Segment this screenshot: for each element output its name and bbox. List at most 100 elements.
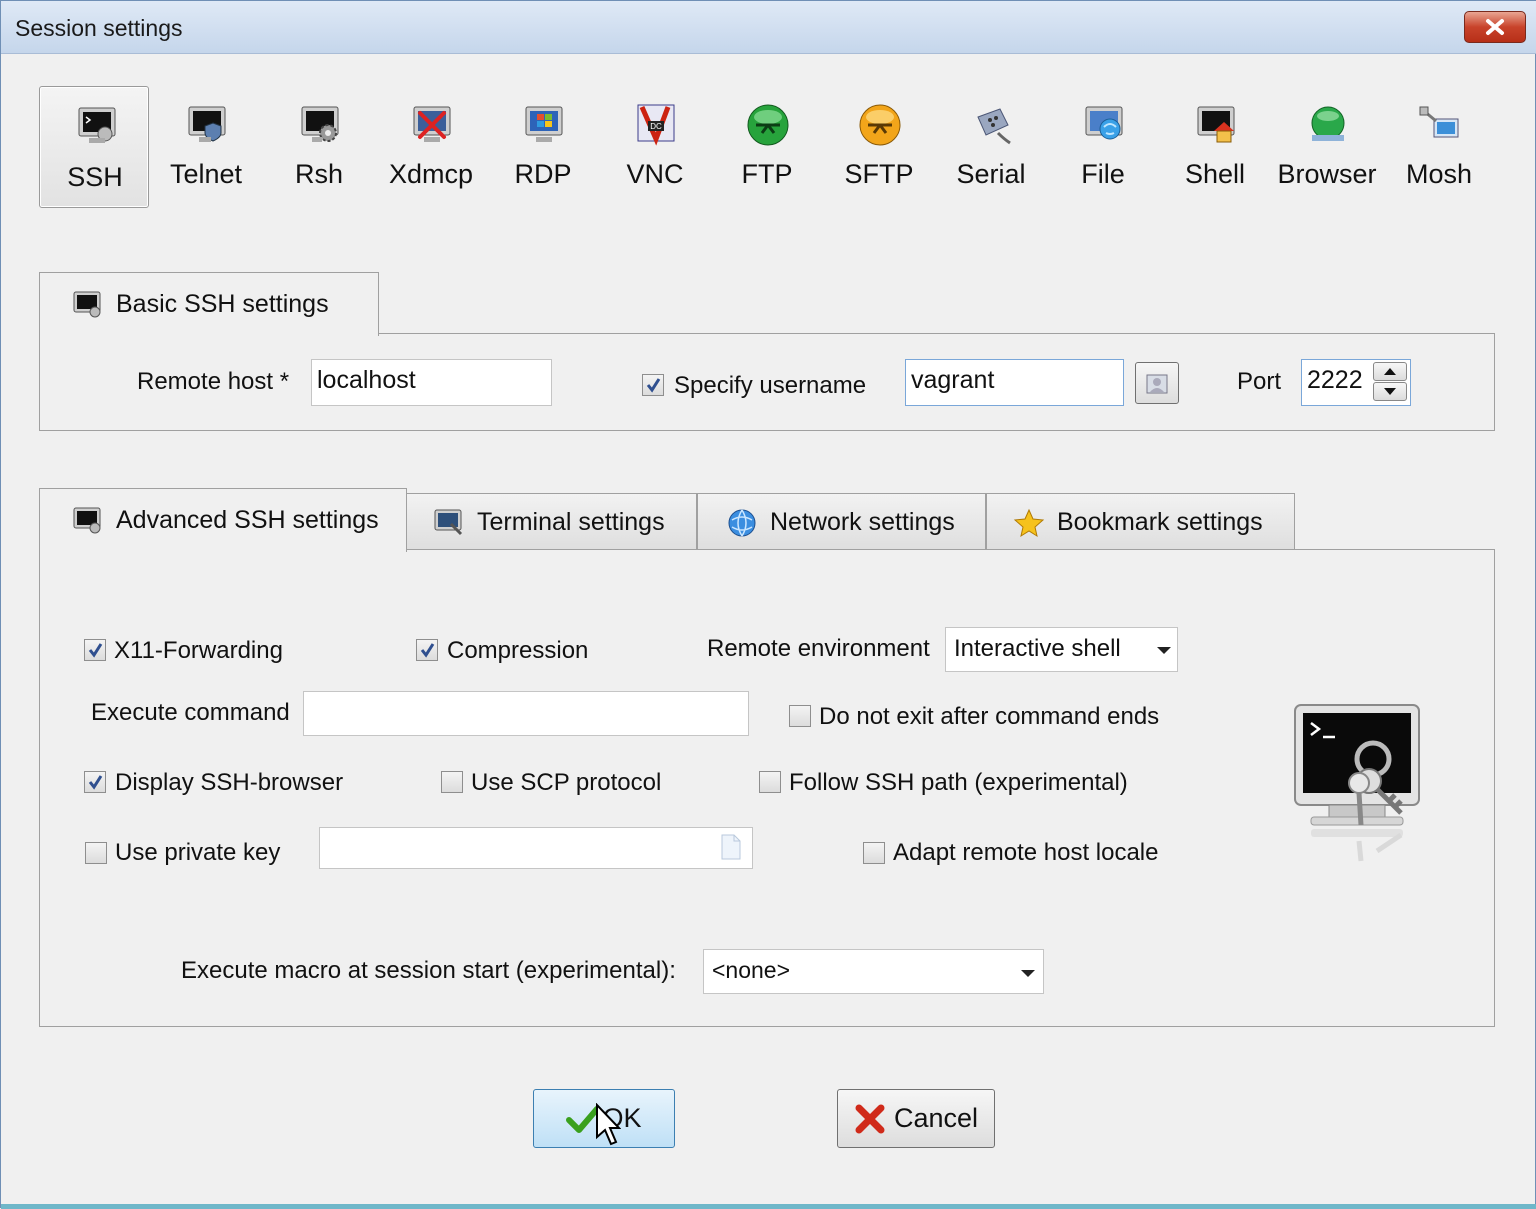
xdmcp-icon: [413, 106, 451, 142]
session-type-rdp[interactable]: RDP: [488, 86, 598, 208]
session-type-serial[interactable]: Serial: [936, 86, 1046, 208]
user-credentials-button[interactable]: [1135, 362, 1179, 404]
ssh-terminal-icon: [73, 291, 101, 317]
cancel-button[interactable]: Cancel: [837, 1089, 995, 1148]
session-type-label: Xdmcp: [388, 159, 474, 189]
star-icon: [1013, 508, 1045, 537]
execute-command-input[interactable]: [303, 691, 749, 736]
compression-checkbox[interactable]: [416, 639, 438, 661]
session-type-telnet[interactable]: Telnet: [151, 86, 261, 208]
file-globe-icon: [1085, 106, 1123, 140]
x11-forwarding-checkbox[interactable]: [84, 639, 106, 661]
session-type-file[interactable]: File: [1048, 86, 1158, 208]
session-type-label: Rsh: [294, 159, 343, 189]
globe-icon: [728, 509, 756, 536]
remote-environment-select[interactable]: Interactive shell: [945, 627, 1178, 672]
rdp-windows-icon: [525, 106, 563, 142]
execute-macro-label: Execute macro at session start (experime…: [181, 957, 676, 984]
window-bottom-edge: [1, 1204, 1536, 1209]
session-type-ftp[interactable]: FTP: [712, 86, 822, 208]
session-type-label: File: [1081, 159, 1125, 189]
use-scp-checkbox[interactable]: [441, 771, 463, 793]
follow-ssh-path-label: Follow SSH path (experimental): [789, 769, 1128, 796]
tab-advanced-ssh-settings[interactable]: Advanced SSH settings: [39, 488, 407, 552]
session-type-sftp[interactable]: SFTP: [824, 86, 934, 208]
use-private-key-label: Use private key: [115, 839, 281, 866]
tab-label: Terminal settings: [477, 508, 665, 536]
arrow-down-icon: [1384, 388, 1396, 395]
session-type-shell[interactable]: Shell: [1160, 86, 1270, 208]
tab-network-settings[interactable]: Network settings: [697, 493, 986, 551]
execute-command-label: Execute command: [91, 699, 290, 726]
session-type-label: SFTP: [844, 159, 914, 189]
session-type-rsh[interactable]: Rsh: [264, 86, 374, 208]
session-type-xdmcp[interactable]: Xdmcp: [376, 86, 486, 208]
use-scp-label: Use SCP protocol: [471, 769, 662, 796]
remote-host-label: Remote host *: [137, 368, 290, 395]
tab-label: Advanced SSH settings: [116, 506, 379, 534]
check-icon: [88, 643, 103, 658]
check-icon: [420, 643, 435, 658]
session-type-vnc[interactable]: DC VNC: [600, 86, 710, 208]
session-type-browser[interactable]: Browser: [1272, 86, 1382, 208]
ssh-terminal-icon: [73, 507, 101, 533]
check-icon: [88, 775, 103, 790]
execute-macro-value: <none>: [712, 957, 791, 983]
specify-username-checkbox[interactable]: [642, 374, 664, 396]
do-not-exit-checkbox[interactable]: [789, 705, 811, 727]
session-type-label: FTP: [741, 159, 793, 189]
execute-macro-select[interactable]: <none>: [703, 949, 1044, 994]
close-button[interactable]: [1464, 11, 1526, 43]
svg-text:DC: DC: [650, 122, 662, 131]
remote-environment-label: Remote environment: [707, 635, 930, 662]
tab-terminal-settings[interactable]: Terminal settings: [406, 493, 697, 551]
telnet-shield-icon: [188, 106, 226, 142]
session-type-label: Browser: [1277, 159, 1377, 189]
mosh-network-icon: [1419, 106, 1459, 138]
title-bar[interactable]: Session settings: [1, 1, 1536, 54]
follow-ssh-path-checkbox[interactable]: [759, 771, 781, 793]
use-private-key-checkbox[interactable]: [85, 842, 107, 864]
port-label: Port: [1237, 368, 1282, 395]
session-type-label: Telnet: [169, 159, 243, 189]
arrow-up-icon: [1384, 368, 1396, 375]
port-up-button[interactable]: [1373, 362, 1407, 381]
session-type-ssh[interactable]: SSH: [39, 86, 149, 208]
check-icon: [646, 378, 661, 393]
session-type-label: Shell: [1184, 159, 1246, 189]
user-key-icon: [1146, 374, 1168, 394]
port-down-button[interactable]: [1373, 382, 1407, 401]
remote-host-input[interactable]: localhost: [311, 359, 552, 406]
tab-label: Basic SSH settings: [116, 290, 329, 318]
x11-forwarding-label: X11-Forwarding: [114, 637, 283, 664]
port-spinner[interactable]: [1373, 362, 1407, 402]
session-type-label: RDP: [514, 159, 572, 189]
port-value: 2222: [1307, 366, 1363, 394]
tab-label: Bookmark settings: [1057, 508, 1263, 536]
sftp-globe-icon: [859, 104, 901, 146]
mouse-cursor-icon: [596, 1103, 621, 1146]
terminal-settings-icon: [434, 509, 463, 535]
compression-label: Compression: [447, 637, 589, 664]
chevron-down-icon: [1021, 970, 1035, 977]
display-ssh-browser-label: Display SSH-browser: [115, 769, 344, 796]
tab-bookmark-settings[interactable]: Bookmark settings: [986, 493, 1295, 551]
file-icon[interactable]: [719, 833, 743, 861]
remote-environment-value: Interactive shell: [954, 635, 1121, 662]
adapt-locale-checkbox[interactable]: [863, 842, 885, 864]
rsh-gear-icon: [301, 106, 339, 142]
session-type-label: SSH: [67, 162, 123, 192]
vnc-icon: DC: [637, 104, 675, 146]
display-ssh-browser-checkbox[interactable]: [84, 771, 106, 793]
username-input[interactable]: vagrant: [905, 359, 1124, 406]
ssh-terminal-keys-icon: [1294, 704, 1420, 862]
adapt-locale-label: Adapt remote host locale: [893, 839, 1159, 866]
tab-basic-ssh-settings[interactable]: Basic SSH settings: [39, 272, 379, 336]
shell-house-icon: [1197, 106, 1235, 143]
session-type-label: Serial: [956, 159, 1026, 189]
cross-icon: [855, 1104, 885, 1133]
session-type-mosh[interactable]: Mosh: [1384, 86, 1494, 208]
do-not-exit-label: Do not exit after command ends: [819, 703, 1160, 730]
ssh-terminal-icon: [78, 107, 116, 143]
private-key-input[interactable]: [319, 827, 753, 869]
